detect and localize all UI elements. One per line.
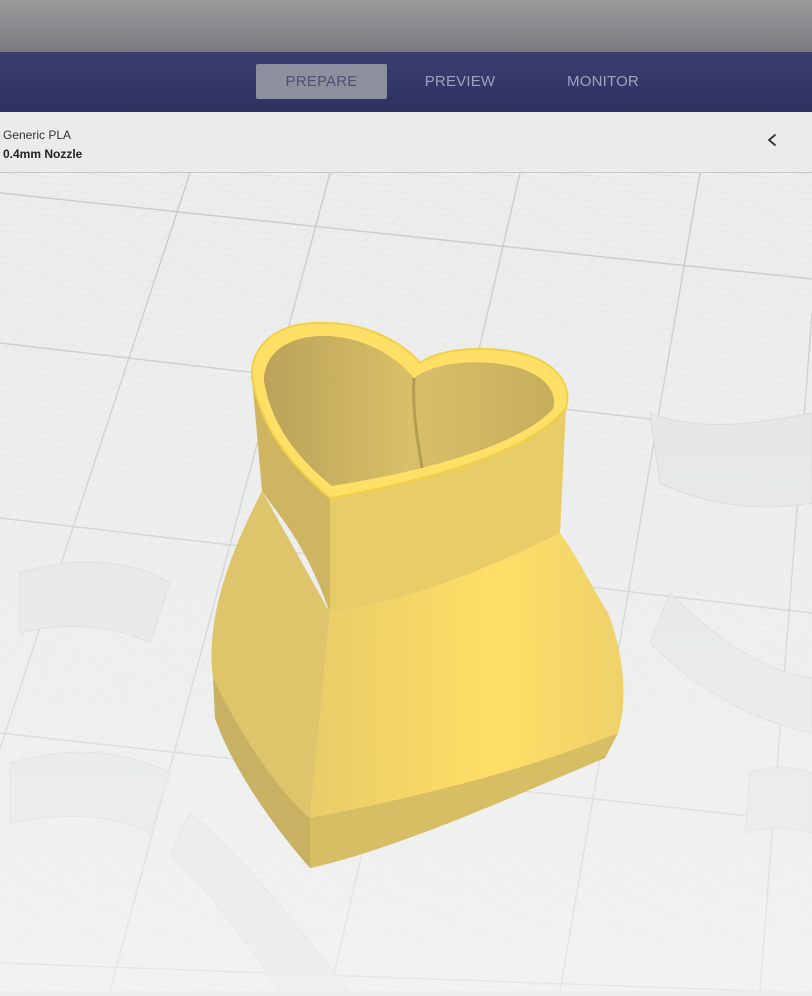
window-top-strip [0,0,812,52]
chevron-left-icon[interactable] [762,128,782,152]
tab-preview[interactable]: PREVIEW [396,64,524,99]
nozzle-label: 0.4mm Nozzle [3,147,83,161]
printer-setup-bar[interactable]: Generic PLA 0.4mm Nozzle [0,112,812,173]
stage-menu-bar: PREPARE PREVIEW MONITOR [0,52,812,112]
build-plate-viewport[interactable] [0,172,812,994]
material-label: Generic PLA [3,128,72,142]
tab-prepare[interactable]: PREPARE [256,64,387,99]
tab-monitor[interactable]: MONITOR [538,64,668,99]
